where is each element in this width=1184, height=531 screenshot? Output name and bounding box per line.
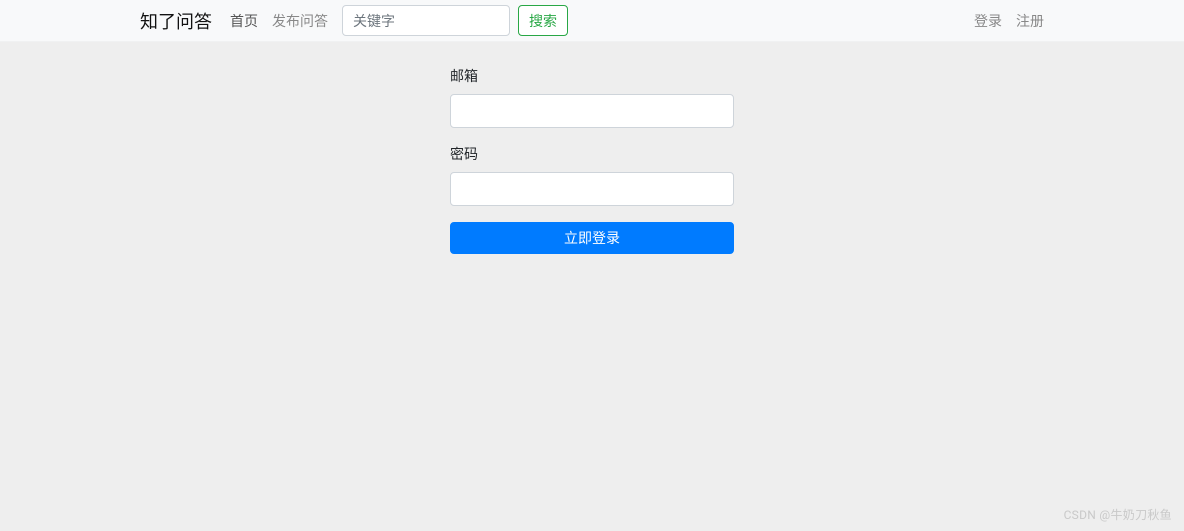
login-form-container: 邮箱 密码 立即登录 [450,66,734,254]
login-submit-button[interactable]: 立即登录 [450,222,734,254]
email-form-group: 邮箱 [450,66,734,128]
password-field[interactable] [450,172,734,206]
nav-register-link[interactable]: 注册 [1016,11,1044,31]
brand: 知了问答 [140,8,212,34]
search-form: 搜索 [342,5,568,36]
search-input[interactable] [342,5,510,36]
nav-right: 登录 注册 [960,11,1044,31]
watermark: CSDN @牛奶刀秋鱼 [1064,506,1172,523]
search-button[interactable]: 搜索 [518,5,568,36]
nav-login-link[interactable]: 登录 [974,11,1002,31]
nav-post-link[interactable]: 发布问答 [272,11,328,31]
navbar: 知了问答 首页 发布问答 搜索 登录 注册 [0,0,1184,42]
email-label: 邮箱 [450,66,734,86]
nav-left: 知了问答 首页 发布问答 搜索 [140,5,568,36]
nav-home-link[interactable]: 首页 [230,11,258,31]
password-form-group: 密码 [450,144,734,206]
email-field[interactable] [450,94,734,128]
password-label: 密码 [450,144,734,164]
